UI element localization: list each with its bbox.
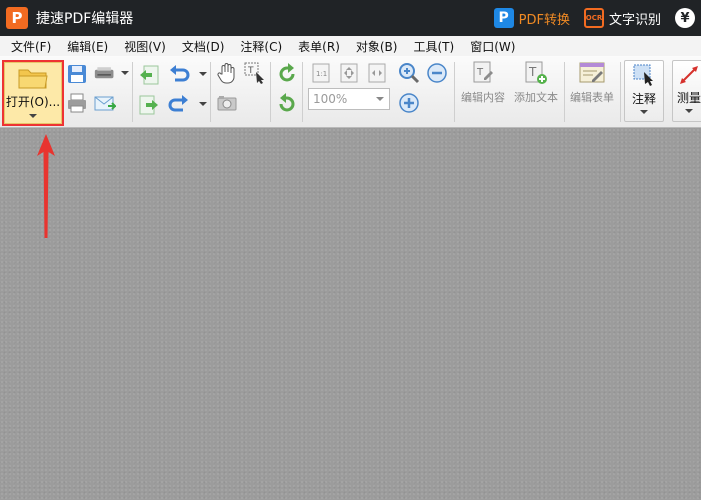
undo-icon[interactable]	[168, 64, 190, 86]
menu-edit[interactable]: 编辑(E)	[59, 38, 116, 55]
toolbar-separator	[132, 62, 133, 122]
email-icon[interactable]	[94, 92, 116, 114]
ocr-button[interactable]: OCR 文字识别	[583, 8, 661, 28]
menu-window[interactable]: 窗口(W)	[462, 38, 523, 55]
menu-view[interactable]: 视图(V)	[116, 38, 174, 55]
add-text-button[interactable]: T 添加文本	[510, 60, 562, 122]
document-canvas[interactable]	[0, 128, 701, 500]
toolbar-separator	[270, 62, 271, 122]
svg-text:T: T	[247, 66, 254, 76]
save-icon[interactable]	[66, 63, 88, 85]
fit-page-icon[interactable]	[338, 62, 360, 84]
hand-tool-icon[interactable]	[216, 62, 238, 84]
svg-text:T: T	[528, 65, 537, 79]
undo-dropdown-icon[interactable]	[199, 72, 207, 76]
scanner-dropdown-icon[interactable]	[121, 71, 129, 75]
menu-file[interactable]: 文件(F)	[0, 38, 59, 55]
select-text-icon[interactable]: T	[244, 62, 266, 84]
toolbar-separator	[620, 62, 621, 122]
add-text-icon: T	[525, 61, 547, 84]
title-bar: P 捷速PDF编辑器 P PDF转换 OCR 文字识别 ¥	[0, 0, 701, 36]
open-button[interactable]: 打开(O)...	[4, 62, 62, 124]
fit-width-icon[interactable]	[366, 62, 388, 84]
add-text-label: 添加文本	[514, 91, 558, 104]
zoom-dropdown-icon[interactable]	[376, 97, 384, 101]
pdf-convert-icon: P	[493, 8, 514, 28]
annotate-button[interactable]: 注释	[624, 60, 664, 122]
menu-bar: 文件(F) 编辑(E) 视图(V) 文档(D) 注释(C) 表单(R) 对象(B…	[0, 36, 701, 56]
zoom-value: 100%	[313, 92, 348, 106]
zoom-out-icon[interactable]	[426, 62, 448, 84]
redo-icon[interactable]	[168, 94, 190, 116]
edit-content-icon: T	[473, 61, 493, 83]
actual-size-icon[interactable]: 1:1	[310, 62, 332, 84]
rotate-left-icon[interactable]	[276, 62, 298, 84]
annotate-icon	[633, 64, 653, 86]
zoom-in-tool-icon[interactable]	[398, 62, 420, 84]
pdf-convert-button[interactable]: P PDF转换	[493, 8, 570, 28]
ocr-icon: OCR	[583, 8, 604, 28]
edit-form-icon	[579, 62, 605, 83]
snapshot-icon[interactable]	[216, 92, 238, 114]
open-dropdown-icon[interactable]	[29, 114, 37, 118]
folder-open-icon	[18, 69, 48, 89]
menu-document[interactable]: 文档(D)	[174, 38, 233, 55]
pdf-convert-label: PDF转换	[518, 12, 570, 28]
measure-icon	[680, 66, 698, 84]
edit-form-label: 编辑表单	[570, 91, 614, 104]
ocr-label: 文字识别	[608, 12, 661, 28]
toolbar-separator	[302, 62, 303, 122]
menu-comment[interactable]: 注释(C)	[232, 38, 290, 55]
svg-text:T: T	[476, 67, 484, 78]
annotate-label: 注释	[631, 92, 656, 106]
measure-label: 测量	[676, 91, 701, 105]
menu-tools[interactable]: 工具(T)	[405, 38, 462, 55]
print-icon[interactable]	[66, 92, 88, 114]
annotate-dropdown-icon[interactable]	[640, 110, 648, 114]
zoom-select[interactable]: 100%	[308, 88, 390, 110]
svg-text:1:1: 1:1	[316, 70, 327, 78]
measure-button[interactable]: 测量	[672, 60, 701, 122]
annotation-arrow-icon	[37, 134, 55, 238]
edit-content-button[interactable]: T 编辑内容	[458, 60, 508, 122]
edit-form-button[interactable]: 编辑表单	[566, 60, 618, 122]
rotate-right-icon[interactable]	[276, 92, 298, 114]
app-logo-icon: P	[6, 7, 28, 29]
next-page-icon[interactable]	[138, 94, 160, 116]
yen-icon[interactable]: ¥	[675, 8, 695, 28]
open-label: 打开(O)...	[5, 95, 61, 109]
title-actions: P PDF转换 OCR 文字识别 ¥	[480, 0, 695, 36]
zoom-in-icon[interactable]	[398, 92, 420, 114]
toolbar-separator	[454, 62, 455, 122]
menu-form[interactable]: 表单(R)	[290, 38, 348, 55]
scanner-icon[interactable]	[94, 63, 116, 85]
toolbar-separator	[210, 62, 211, 122]
previous-page-icon[interactable]	[138, 64, 160, 86]
redo-dropdown-icon[interactable]	[199, 102, 207, 106]
measure-dropdown-icon[interactable]	[685, 109, 693, 113]
edit-content-label: 编辑内容	[461, 91, 505, 104]
app-title: 捷速PDF编辑器	[36, 11, 134, 27]
menu-object[interactable]: 对象(B)	[348, 38, 406, 55]
toolbar-separator	[564, 62, 565, 122]
